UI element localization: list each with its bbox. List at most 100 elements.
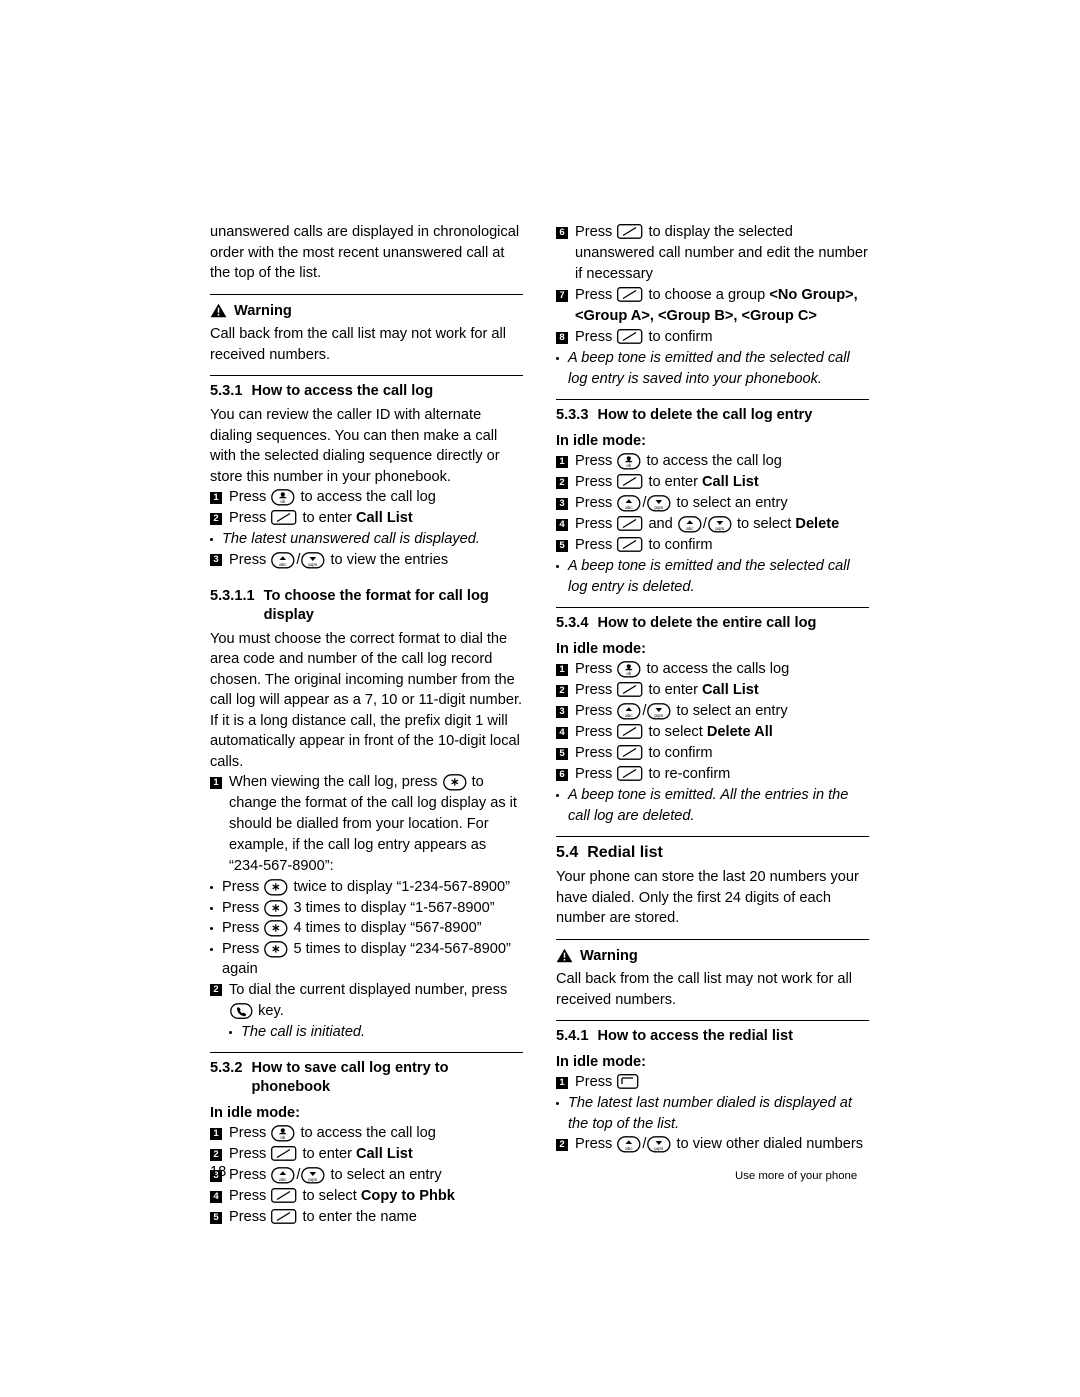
heading-number: 5.3.1.1 <box>210 587 255 604</box>
step-text: Press / to view other dialed numbers <box>575 1136 864 1153</box>
step-pre: Press <box>575 516 613 532</box>
step-number: 4 <box>210 1190 222 1203</box>
step-number: 1 <box>556 663 568 676</box>
up-key-icon <box>617 1136 641 1153</box>
right-soft-key-icon <box>617 516 643 531</box>
heading-title: How to delete the entire call log <box>597 615 817 631</box>
step-number: 3 <box>556 705 568 718</box>
idle-mode-label: In idle mode: <box>556 641 646 657</box>
step-bold: Call List <box>702 474 759 490</box>
step-post: to select an entry <box>676 495 788 511</box>
step-number: 6 <box>556 226 568 239</box>
step-number: 5 <box>210 1211 222 1224</box>
step-post: to re-confirm <box>648 766 731 782</box>
step-item: 4 Press to select Copy to Phbk <box>210 1186 523 1207</box>
step-item: 1 Press to access the calls log <box>556 659 869 680</box>
heading-number: 5.3.1 <box>210 383 243 399</box>
step-number: 7 <box>556 289 568 302</box>
step-post: to access the call log <box>300 489 436 505</box>
step-text: Press to choose a group <No Group>, <Gro… <box>575 285 869 327</box>
section-5-3-1-body: You can review the caller ID with altern… <box>210 407 500 485</box>
down-key-icon <box>647 1136 671 1153</box>
step-number: 1 <box>556 455 568 468</box>
step-text: Press to access the call log <box>229 487 436 508</box>
right-soft-key-icon <box>271 510 297 525</box>
step-text: To dial the current displayed number, pr… <box>229 980 523 1022</box>
note-text: A beep tone is emitted and the selected … <box>568 350 850 387</box>
step-text: Press / to select an entry <box>575 495 788 512</box>
step-post: to confirm <box>648 329 713 345</box>
step-text: Press to select Delete All <box>575 722 773 743</box>
step-pre: Press <box>229 1209 267 1225</box>
bullet-pre: Press <box>222 899 260 916</box>
down-key-icon <box>647 703 671 720</box>
down-key-icon <box>708 516 732 533</box>
note-text: The call is initiated. <box>241 1023 366 1040</box>
warning-block-1: Warning Call back from the call list may… <box>209 293 523 366</box>
step-post: to enter <box>648 682 698 698</box>
step-post: to select <box>302 1188 357 1204</box>
phonebook-key-icon <box>617 661 641 678</box>
format-text: Press twice to display “1-234-567-8900” <box>222 877 510 898</box>
step-pre: To dial the current displayed number, pr… <box>229 981 508 998</box>
step-item: 1 Press to access the call log <box>210 487 523 508</box>
step-item: 3 Press / to select an entry <box>210 1165 523 1186</box>
warning-icon <box>555 948 574 964</box>
format-text: Press 5 times to display “234-567-8900” … <box>222 939 523 980</box>
step-item: 1 Press to access the call log <box>210 1123 523 1144</box>
step-bold: Delete All <box>706 724 773 740</box>
step-item: 6 Press to re-confirm <box>556 764 869 785</box>
step-post: to access the calls log <box>646 661 790 677</box>
step-item: 1 When viewing the call log, press to ch… <box>210 772 523 877</box>
step-post: key. <box>258 1002 284 1019</box>
step-number: 2 <box>556 684 568 697</box>
right-soft-key-icon <box>617 224 643 239</box>
bullet-dot <box>229 1030 232 1034</box>
step-item: 3 Press / to select an entry <box>556 701 869 722</box>
step-text: Press to confirm <box>575 743 713 764</box>
step-item: 3 Press / to view the entries <box>210 550 523 571</box>
star-key-icon <box>264 879 288 896</box>
step-post: to select <box>648 724 703 740</box>
format-bullet: Press 5 times to display “234-567-8900” … <box>210 939 523 980</box>
step-text: When viewing the call log, press to chan… <box>229 772 523 877</box>
step-text: Press to display the selected unanswered… <box>575 222 869 285</box>
warning-text: Call back from the call list may not wor… <box>210 326 507 363</box>
note-bullet: A beep tone is emitted. All the entries … <box>556 785 869 826</box>
step-pre: Press <box>575 682 613 698</box>
down-key-icon <box>301 551 325 568</box>
footer-chapter-title: Use more of your phone <box>735 1170 858 1182</box>
step-text: Press / to select an entry <box>575 703 788 720</box>
right-soft-key-icon <box>617 745 643 760</box>
page-content: unanswered calls are displayed in chrono… <box>209 222 870 1228</box>
step-mid: and <box>648 516 673 532</box>
heading-title: How to access the call log <box>251 383 434 399</box>
step-post: to view the entries <box>330 551 449 568</box>
down-key-icon <box>647 495 671 512</box>
step-item: 4 Press and / to select Delete <box>556 514 869 535</box>
step-item: 5 Press to enter the name <box>210 1207 523 1228</box>
heading-number: 5.3.3 <box>556 407 589 423</box>
right-soft-key-icon <box>617 329 643 344</box>
intro-paragraph: unanswered calls are displayed in chrono… <box>210 224 520 281</box>
left-column: unanswered calls are displayed in chrono… <box>209 222 523 1228</box>
note-text: The latest unanswered call is displayed. <box>222 531 480 547</box>
up-key-icon <box>271 551 295 568</box>
step-bold: Call List <box>702 682 759 698</box>
step-text: Press to access the call log <box>229 1123 436 1144</box>
steps-continued: 6 Press to display the selected unanswer… <box>556 222 869 389</box>
step-pre: Press <box>575 703 613 719</box>
step-post: to confirm <box>648 537 713 553</box>
step-text: Press to access the call log <box>575 451 782 472</box>
right-soft-key-icon <box>617 537 643 552</box>
step-item: 2 Press to enter Call List <box>556 680 869 701</box>
steps-5-3-4: 1 Press to access the calls log 2 Press … <box>556 659 869 826</box>
step-pre: Press <box>575 495 613 511</box>
note-text: A beep tone is emitted and the selected … <box>568 558 850 595</box>
phonebook-key-icon <box>617 453 641 470</box>
heading-5-3-1-1: 5.3.1.1 To choose the format for call lo… <box>210 581 523 629</box>
heading-number: 5.4.1 <box>556 1028 589 1044</box>
step-text: Press to enter the name <box>229 1207 417 1228</box>
heading-number: 5.3.4 <box>556 615 589 631</box>
step-pre: Press <box>575 224 613 240</box>
